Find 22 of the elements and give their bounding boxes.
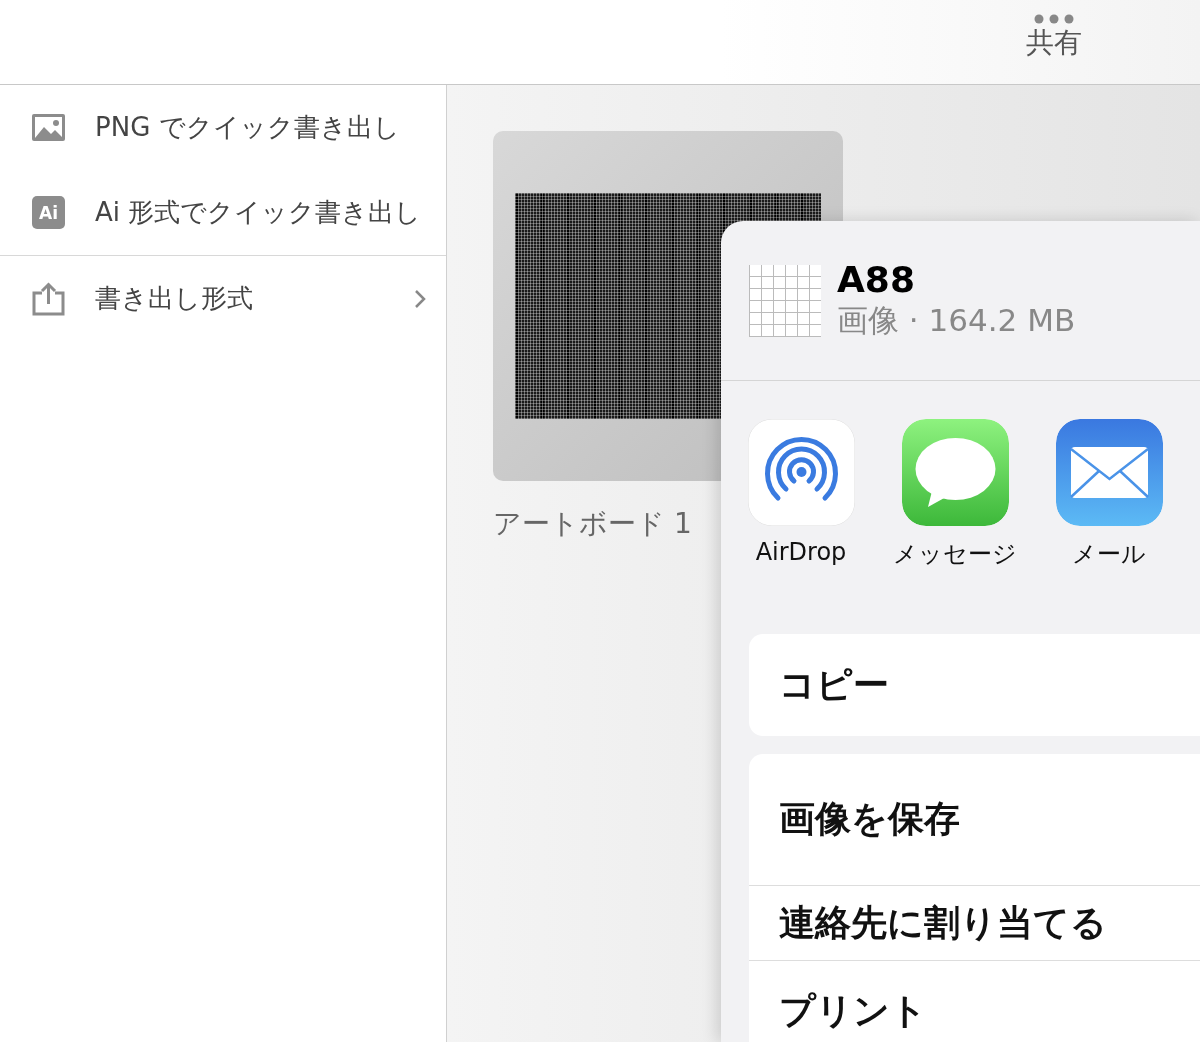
ai-file-icon: Ai <box>32 196 65 229</box>
share-app-button[interactable]: メール <box>1044 419 1174 570</box>
share-app-button[interactable]: AirDrop <box>736 419 866 570</box>
menu-item[interactable]: PNG でクイック書き出し <box>0 85 446 170</box>
menu-item[interactable]: 書き出し形式 <box>0 256 446 341</box>
share-app-button[interactable]: メッセージ <box>890 419 1020 570</box>
share-button[interactable]: 共有 <box>1026 14 1082 62</box>
chevron-right-icon <box>414 288 426 309</box>
share-action-button[interactable]: 画像を保存 <box>749 754 1200 885</box>
airdrop-icon <box>747 419 855 526</box>
more-icon <box>1034 14 1074 24</box>
share-action-button[interactable]: コピー <box>749 634 1200 736</box>
share-icon <box>32 281 65 316</box>
artboard-label: アートボード 1 <box>493 506 692 542</box>
message-bubble-icon <box>901 419 1009 526</box>
share-action-button[interactable]: プリント <box>749 960 1200 1042</box>
file-info: 画像 · 164.2 MB <box>837 301 1076 340</box>
menu-item[interactable]: Ai Ai 形式でクイック書き出し <box>0 170 446 255</box>
image-icon <box>32 114 65 141</box>
envelope-icon <box>1055 419 1163 526</box>
file-title: A88 <box>837 259 916 300</box>
share-action-button[interactable]: 連絡先に割り当てる <box>749 885 1200 960</box>
